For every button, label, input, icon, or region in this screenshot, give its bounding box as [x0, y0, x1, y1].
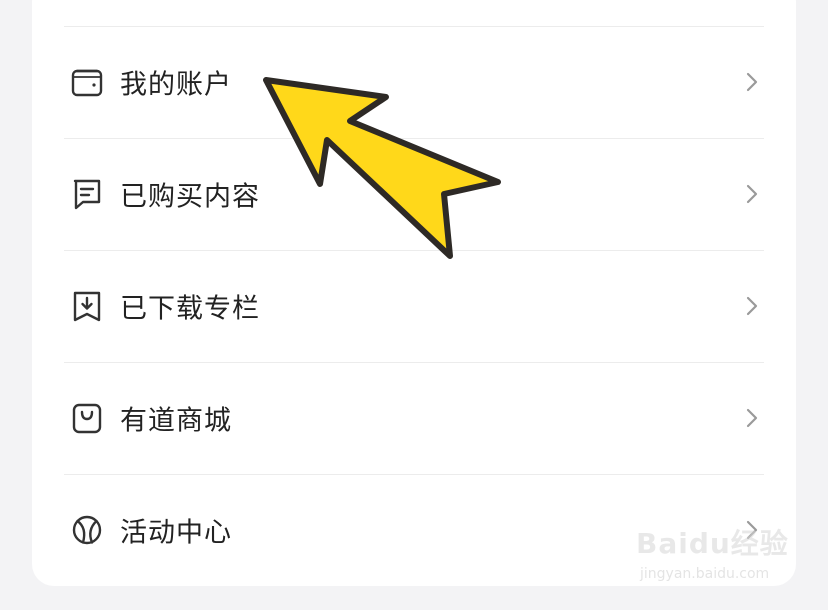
- chevron-right-icon: [744, 182, 760, 206]
- arrow-pointer-annotation: [258, 70, 510, 266]
- receipt-icon: [70, 177, 104, 211]
- watermark-brand: Baidu经验: [636, 527, 789, 560]
- menu-item-youdao-store[interactable]: 有道商城: [64, 363, 764, 473]
- watermark-url: jingyan.baidu.com: [640, 566, 770, 582]
- menu-item-label: 已下载专栏: [120, 293, 260, 325]
- menu-item-downloaded[interactable]: 已下载专栏: [64, 251, 764, 361]
- wallet-icon: [70, 65, 104, 99]
- chevron-right-icon: [744, 294, 760, 318]
- menu-item-label: 活动中心: [120, 517, 232, 549]
- shopping-bag-icon: [70, 401, 104, 435]
- download-icon: [70, 289, 104, 323]
- menu-item-label: 我的账户: [120, 69, 232, 101]
- chevron-right-icon: [744, 406, 760, 430]
- menu-item-label: 有道商城: [120, 405, 232, 437]
- ball-icon: [70, 513, 104, 547]
- chevron-right-icon: [744, 70, 760, 94]
- watermark: Baidu经验 jingyan.baidu.com: [636, 522, 812, 592]
- menu-item-label: 已购买内容: [120, 181, 260, 213]
